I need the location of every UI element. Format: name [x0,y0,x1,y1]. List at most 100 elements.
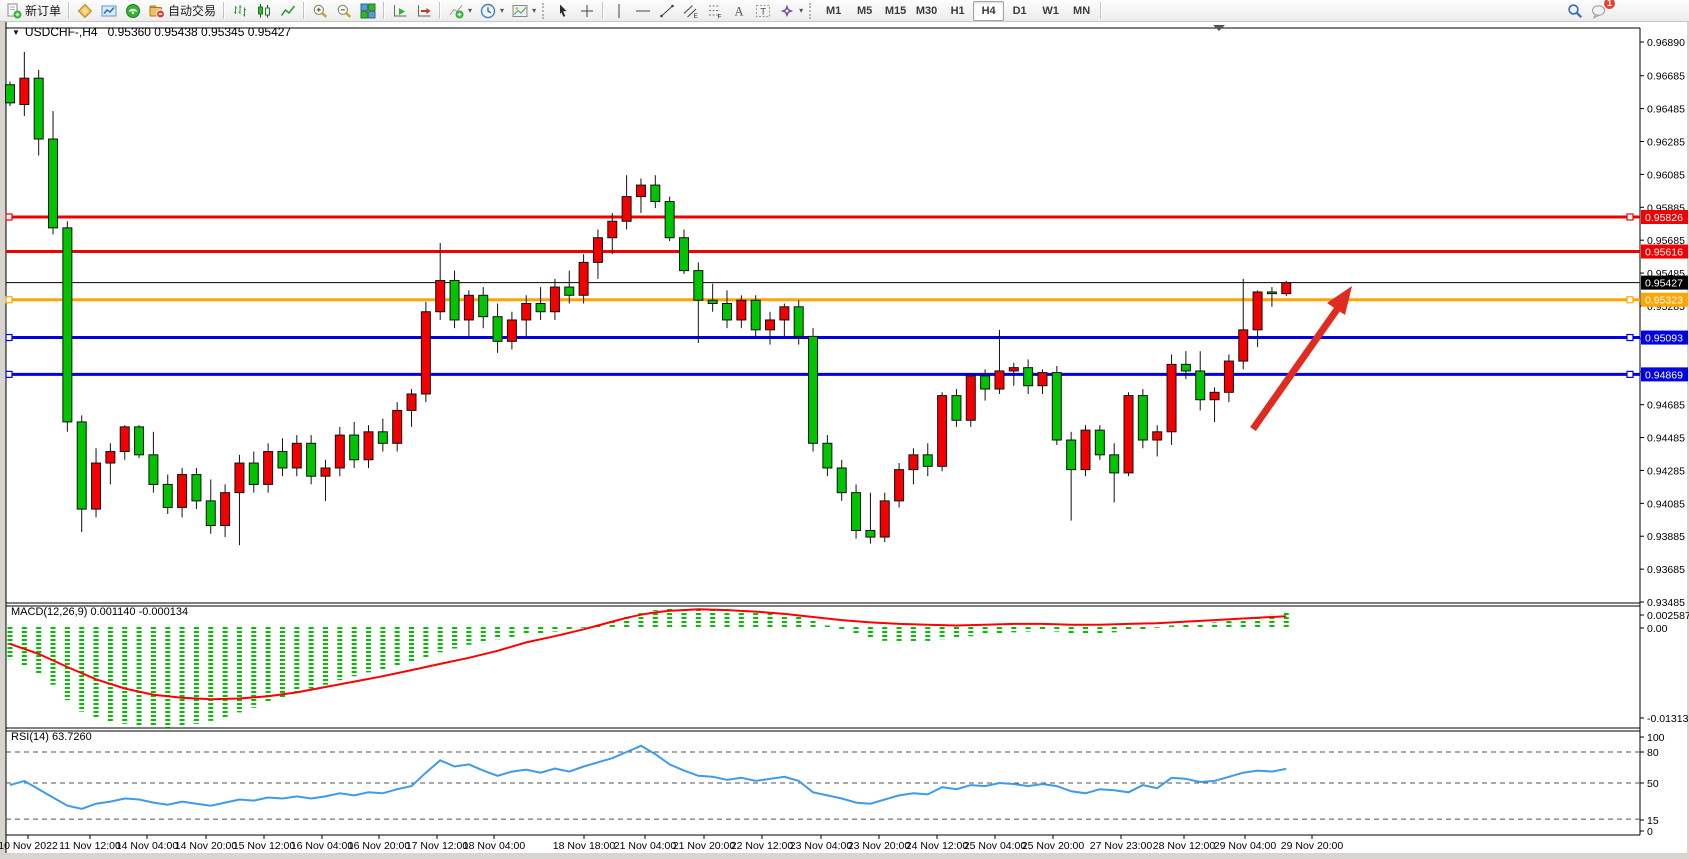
profiles-button[interactable] [97,0,121,22]
toolbar-separator [303,2,305,19]
svg-text:21 Nov 04:00: 21 Nov 04:00 [614,840,677,852]
svg-text:0.95323: 0.95323 [1645,295,1683,307]
templates-button[interactable]: ▾ [508,0,540,22]
timeframe-d1-button[interactable]: D1 [1004,1,1035,21]
vertical-line-button[interactable] [607,0,631,22]
svg-text:0.96890: 0.96890 [1647,37,1685,49]
svg-text:0.94869: 0.94869 [1645,369,1683,381]
new-order-button[interactable]: 新订单 [2,0,65,22]
svg-text:-0.013133: -0.013133 [1647,713,1689,725]
svg-text:17 Nov 12:00: 17 Nov 12:00 [406,840,469,852]
indicators-icon [448,3,464,19]
trendline-button[interactable] [655,0,679,22]
auto-trading-icon [149,3,165,19]
svg-text:21 Nov 20:00: 21 Nov 20:00 [673,840,736,852]
fibonacci-button[interactable]: F [703,0,727,22]
svg-text:18 Nov 04:00: 18 Nov 04:00 [463,840,526,852]
equidistant-channel-button[interactable]: E [679,0,703,22]
timeframe-m1-button[interactable]: M1 [818,1,849,21]
toolbar-separator [439,2,441,19]
svg-text:24 Nov 12:00: 24 Nov 12:00 [906,840,969,852]
arrows-button[interactable]: ▾ [775,0,807,22]
toolbar-separator [223,2,225,19]
crosshair-icon [579,3,595,19]
new-chart-button[interactable] [73,0,97,22]
timeframe-h1-button[interactable]: H1 [942,1,973,21]
horizontal-line-button[interactable] [631,0,655,22]
svg-text:0.94485: 0.94485 [1647,433,1685,445]
chevron-down-icon: ▾ [468,6,472,15]
periods-button[interactable]: ▾ [476,0,508,22]
templates-icon [512,3,528,19]
line-chart-icon [280,3,296,19]
svg-text:16 Nov 04:00: 16 Nov 04:00 [291,840,354,852]
auto-trading-label: 自动交易 [168,2,216,19]
ohlc-values: 0.95360 0.95438 0.95345 0.95427 [108,25,292,39]
chevron-down-icon: ▾ [532,6,536,15]
signals-button[interactable] [121,0,145,22]
svg-text:0.95093: 0.95093 [1645,333,1683,345]
new-order-icon [6,3,22,19]
svg-text:22 Nov 12:00: 22 Nov 12:00 [731,840,794,852]
zoom-out-button[interactable] [332,0,356,22]
toolbar-gripper [542,3,547,19]
text-label-icon: T [755,3,771,19]
new-chart-icon [77,3,93,19]
svg-text:29 Nov 04:00: 29 Nov 04:00 [1214,840,1277,852]
candle-chart-icon [256,3,272,19]
svg-text:11 Nov 12:00: 11 Nov 12:00 [59,840,121,852]
bar-chart-mode-button[interactable] [228,0,252,22]
cursor-icon [555,3,571,19]
arrows-icon [779,3,795,19]
svg-text:0.96085: 0.96085 [1647,169,1685,181]
periods-icon [480,3,496,19]
auto-scroll-button[interactable] [388,0,412,22]
chart-shift-button[interactable] [412,0,436,22]
chart-menu-collapse-icon[interactable]: ▼ [12,28,20,37]
text-button[interactable]: A [727,0,751,22]
new-order-label: 新订单 [25,2,61,19]
timeframe-h4-button[interactable]: H4 [973,1,1004,21]
horizontal-line-icon [635,3,651,19]
auto-scroll-icon [392,3,408,19]
candlestick-mode-button[interactable] [252,0,276,22]
cursor-button[interactable] [551,0,575,22]
line-chart-mode-button[interactable] [276,0,300,22]
svg-text:50: 50 [1647,778,1659,790]
timeframe-m15-button[interactable]: M15 [880,1,911,21]
svg-text:29 Nov 20:00: 29 Nov 20:00 [1281,840,1344,852]
rsi-indicator-label: RSI(14) 63.7260 [11,731,92,743]
chevron-down-icon: ▾ [500,6,504,15]
svg-text:0.95616: 0.95616 [1645,247,1683,259]
zoom-out-icon [336,3,352,19]
svg-text:25 Nov 20:00: 25 Nov 20:00 [1022,840,1085,852]
signals-icon [125,3,141,19]
chevron-down-icon: ▾ [799,6,803,15]
svg-text:0.94085: 0.94085 [1647,498,1685,510]
svg-text:0.93485: 0.93485 [1647,597,1685,609]
zoom-in-button[interactable] [308,0,332,22]
timeframe-m30-button[interactable]: M30 [911,1,942,21]
svg-text:0.002587: 0.002587 [1647,610,1689,622]
timeframe-w1-button[interactable]: W1 [1035,1,1066,21]
crosshair-button[interactable] [575,0,599,22]
auto-trading-button[interactable]: 自动交易 [145,0,220,22]
svg-text:10 Nov 2022: 10 Nov 2022 [0,840,58,852]
zoom-in-icon [312,3,328,19]
svg-text:0.94285: 0.94285 [1647,465,1685,477]
svg-text:T: T [760,6,766,17]
svg-text:F: F [718,13,722,19]
svg-text:0.96285: 0.96285 [1647,137,1685,149]
timeframe-m5-button[interactable]: M5 [849,1,880,21]
svg-text:0: 0 [1647,826,1653,838]
toolbar-separator [383,2,385,19]
notification-badge: 1 [1603,0,1616,10]
svg-text:0.93885: 0.93885 [1647,531,1685,543]
search-button[interactable] [1563,0,1587,22]
chat-button[interactable]: 1 [1587,0,1611,22]
indicators-button[interactable]: ▾ [444,0,476,22]
text-label-button[interactable]: T [751,0,775,22]
svg-text:100: 100 [1647,732,1665,744]
timeframe-mn-button[interactable]: MN [1066,1,1097,21]
tile-windows-button[interactable] [356,0,380,22]
